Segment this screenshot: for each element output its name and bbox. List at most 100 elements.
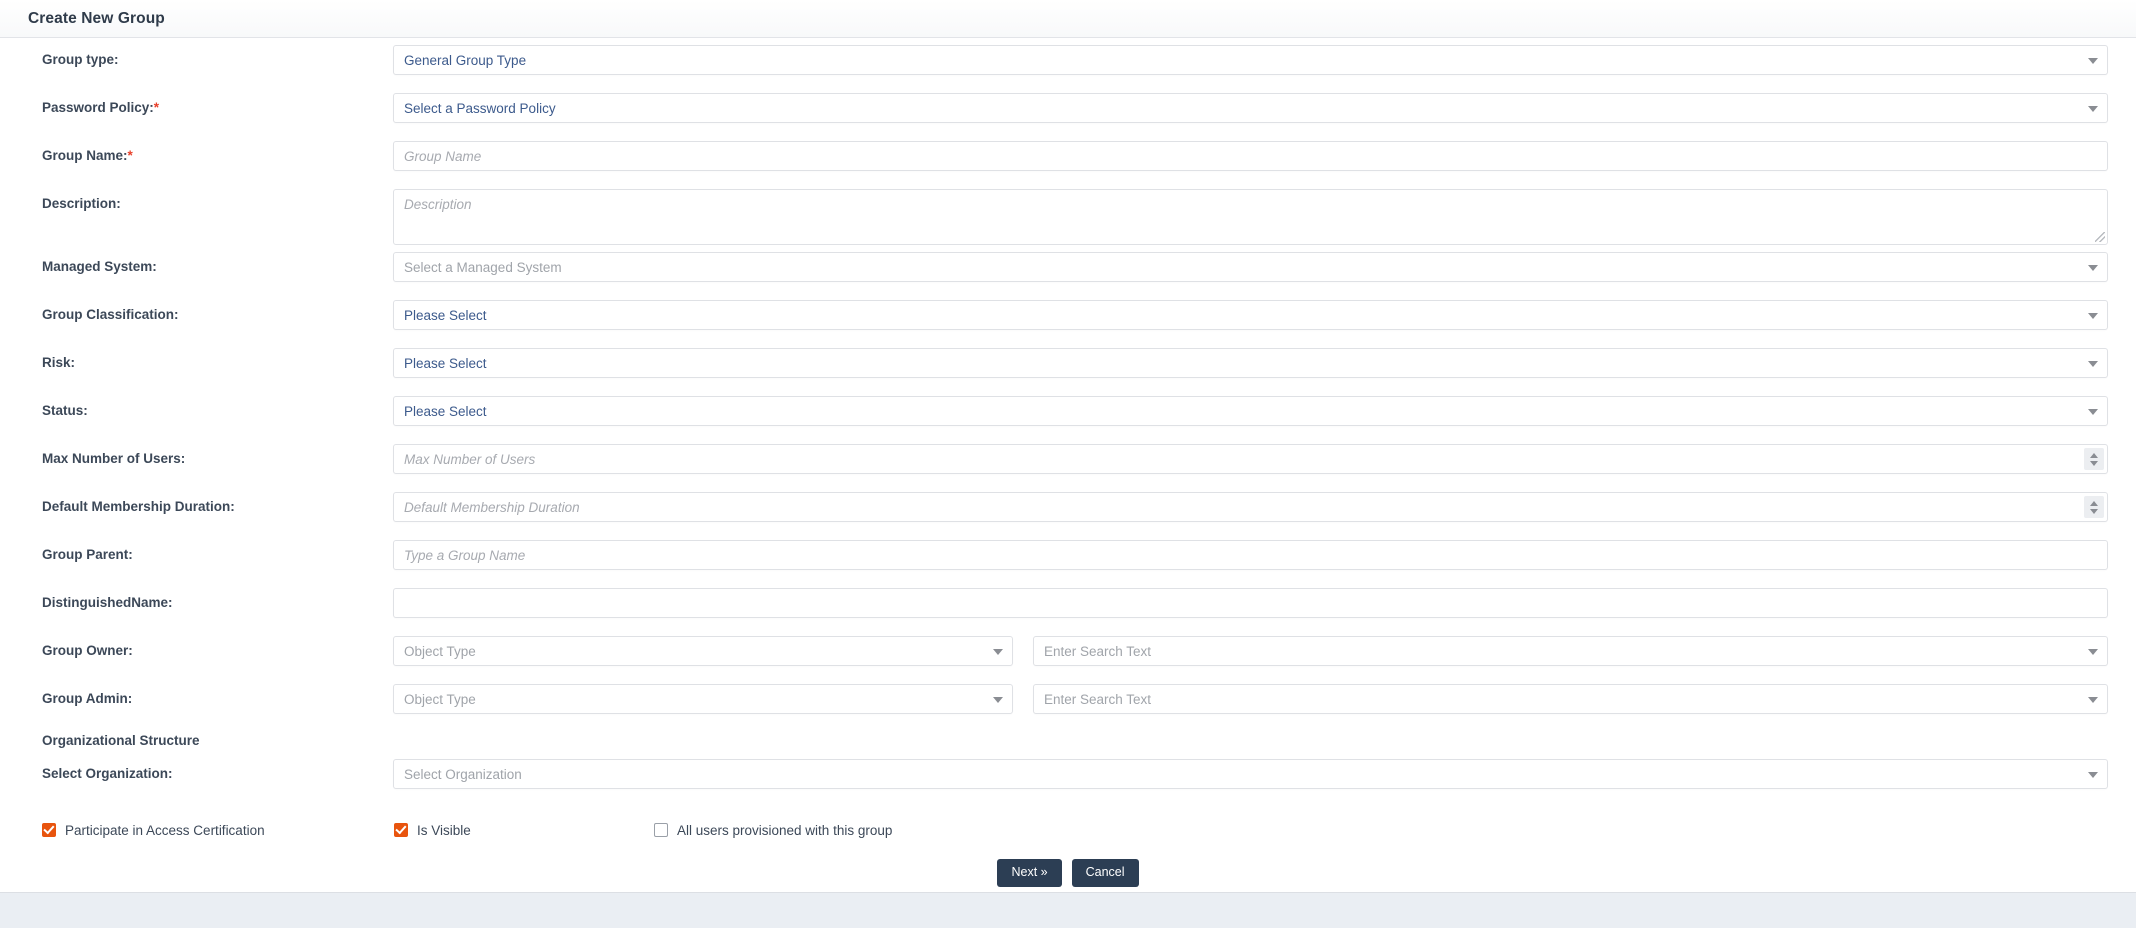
chevron-down-icon [2088,265,2098,271]
label-risk: Risk: [42,355,76,370]
max-users-stepper[interactable]: Max Number of Users [393,444,2108,474]
label-group-parent: Group Parent: [42,547,133,562]
page-header: Create New Group [0,0,2136,38]
select-organization-select[interactable]: Select Organization [393,759,2108,789]
group-admin-search-input[interactable]: Enter Search Text [1033,684,2108,714]
label-status: Status: [42,403,88,418]
label-max-users: Max Number of Users: [42,451,186,466]
label-managed-system: Managed System: [42,259,157,274]
label-group-type: Group type: [42,52,119,67]
risk-select[interactable]: Please Select [393,348,2108,378]
chevron-down-icon [2088,649,2098,655]
form-row-group-name: Group Name:* Group Name [0,134,2136,182]
label-group-classification: Group Classification: [42,307,179,322]
chevron-down-icon [2088,697,2098,703]
chevron-down-icon [993,649,1003,655]
chevron-down-icon [993,697,1003,703]
description-textarea[interactable]: Description [393,189,2108,245]
form-row-default-membership-duration: Default Membership Duration: Default Mem… [0,485,2136,533]
chevron-down-icon [2088,58,2098,64]
form-row-managed-system: Managed System: Select a Managed System [0,245,2136,293]
checkbox-label: All users provisioned with this group [677,822,893,838]
status-value: Please Select [404,403,487,419]
managed-system-placeholder: Select a Managed System [404,259,562,275]
status-select[interactable]: Please Select [393,396,2108,426]
checkbox-participate-access-certification[interactable]: Participate in Access Certification [42,823,394,838]
checkbox-checked-icon[interactable] [394,823,408,837]
form-row-status: Status: Please Select [0,389,2136,437]
spinner-up-icon[interactable] [2090,500,2098,506]
footer-strip [0,892,2136,928]
checkbox-unchecked-icon[interactable] [654,823,668,837]
form-row-max-users: Max Number of Users: Max Number of Users [0,437,2136,485]
description-placeholder: Description [404,197,472,212]
chevron-down-icon [2088,772,2098,778]
checkbox-row: Participate in Access Certification Is V… [0,818,2136,842]
default-membership-duration-stepper[interactable]: Default Membership Duration [393,492,2108,522]
chevron-down-icon [2088,409,2098,415]
label-group-owner: Group Owner: [42,643,133,658]
group-type-value: General Group Type [404,52,527,68]
organizational-structure-heading: Organizational Structure [42,733,200,748]
next-button[interactable]: Next » [997,859,1062,887]
chevron-down-icon [2088,361,2098,367]
group-type-select[interactable]: General Group Type [393,45,2108,75]
number-spinner-icon[interactable] [2084,496,2104,518]
password-policy-select[interactable]: Select a Password Policy [393,93,2108,123]
required-marker: * [153,100,160,115]
checkbox-label: Participate in Access Certification [65,822,265,838]
group-parent-placeholder: Type a Group Name [404,547,526,563]
form-row-description: Description: Description [0,182,2136,245]
group-admin-object-type-placeholder: Object Type [404,691,476,707]
label-description: Description: [42,196,121,211]
checkbox-all-users-provisioned[interactable]: All users provisioned with this group [654,823,892,838]
page-title: Create New Group [28,9,165,27]
label-group-name: Group Name:* [42,148,133,163]
group-admin-search-placeholder: Enter Search Text [1044,691,1152,707]
group-parent-input[interactable]: Type a Group Name [393,540,2108,570]
chevron-down-icon [2088,106,2098,112]
form-row-password-policy: Password Policy:* Select a Password Poli… [0,86,2136,134]
checkbox-label: Is Visible [417,822,471,838]
managed-system-select[interactable]: Select a Managed System [393,252,2108,282]
distinguished-name-input[interactable] [393,588,2108,618]
group-owner-object-type-select[interactable]: Object Type [393,636,1013,666]
form-row-group-type: Group type: General Group Type [0,38,2136,86]
label-default-membership-duration: Default Membership Duration: [42,499,235,514]
group-name-input[interactable]: Group Name [393,141,2108,171]
spinner-up-icon[interactable] [2090,452,2098,458]
required-marker: * [127,148,133,163]
label-password-policy: Password Policy:* [42,100,160,115]
form-row-group-owner: Group Owner: Object Type Enter Search Te… [0,629,2136,677]
form-row-group-parent: Group Parent: Type a Group Name [0,533,2136,581]
form-row-risk: Risk: Please Select [0,341,2136,389]
label-distinguished-name: DistinguishedName: [42,595,173,610]
number-spinner-icon[interactable] [2084,448,2104,470]
cancel-button[interactable]: Cancel [1071,859,1139,887]
group-owner-search-placeholder: Enter Search Text [1044,643,1152,659]
spinner-down-icon[interactable] [2090,460,2098,466]
group-classification-value: Please Select [404,307,487,323]
default-membership-duration-placeholder: Default Membership Duration [404,499,580,515]
group-admin-object-type-select[interactable]: Object Type [393,684,1013,714]
password-policy-value: Select a Password Policy [404,100,556,116]
create-group-form: Group type: General Group Type Password … [0,38,2136,887]
label-group-admin: Group Admin: [42,691,133,706]
form-row-distinguished-name: DistinguishedName: [0,581,2136,629]
risk-value: Please Select [404,355,487,371]
group-owner-object-type-placeholder: Object Type [404,643,476,659]
group-classification-select[interactable]: Please Select [393,300,2108,330]
form-actions: Next » Cancel [0,859,2136,887]
chevron-down-icon [2088,313,2098,319]
spinner-down-icon[interactable] [2090,508,2098,514]
group-owner-search-input[interactable]: Enter Search Text [1033,636,2108,666]
form-row-select-organization: Select Organization: Select Organization [0,752,2136,800]
form-row-group-admin: Group Admin: Object Type Enter Search Te… [0,677,2136,725]
resize-grip-icon[interactable] [2095,232,2105,242]
checkbox-checked-icon[interactable] [42,823,56,837]
group-name-placeholder: Group Name [404,148,482,164]
checkbox-is-visible[interactable]: Is Visible [394,823,654,838]
select-organization-placeholder: Select Organization [404,766,522,782]
label-select-organization: Select Organization: [42,766,173,781]
form-row-group-classification: Group Classification: Please Select [0,293,2136,341]
